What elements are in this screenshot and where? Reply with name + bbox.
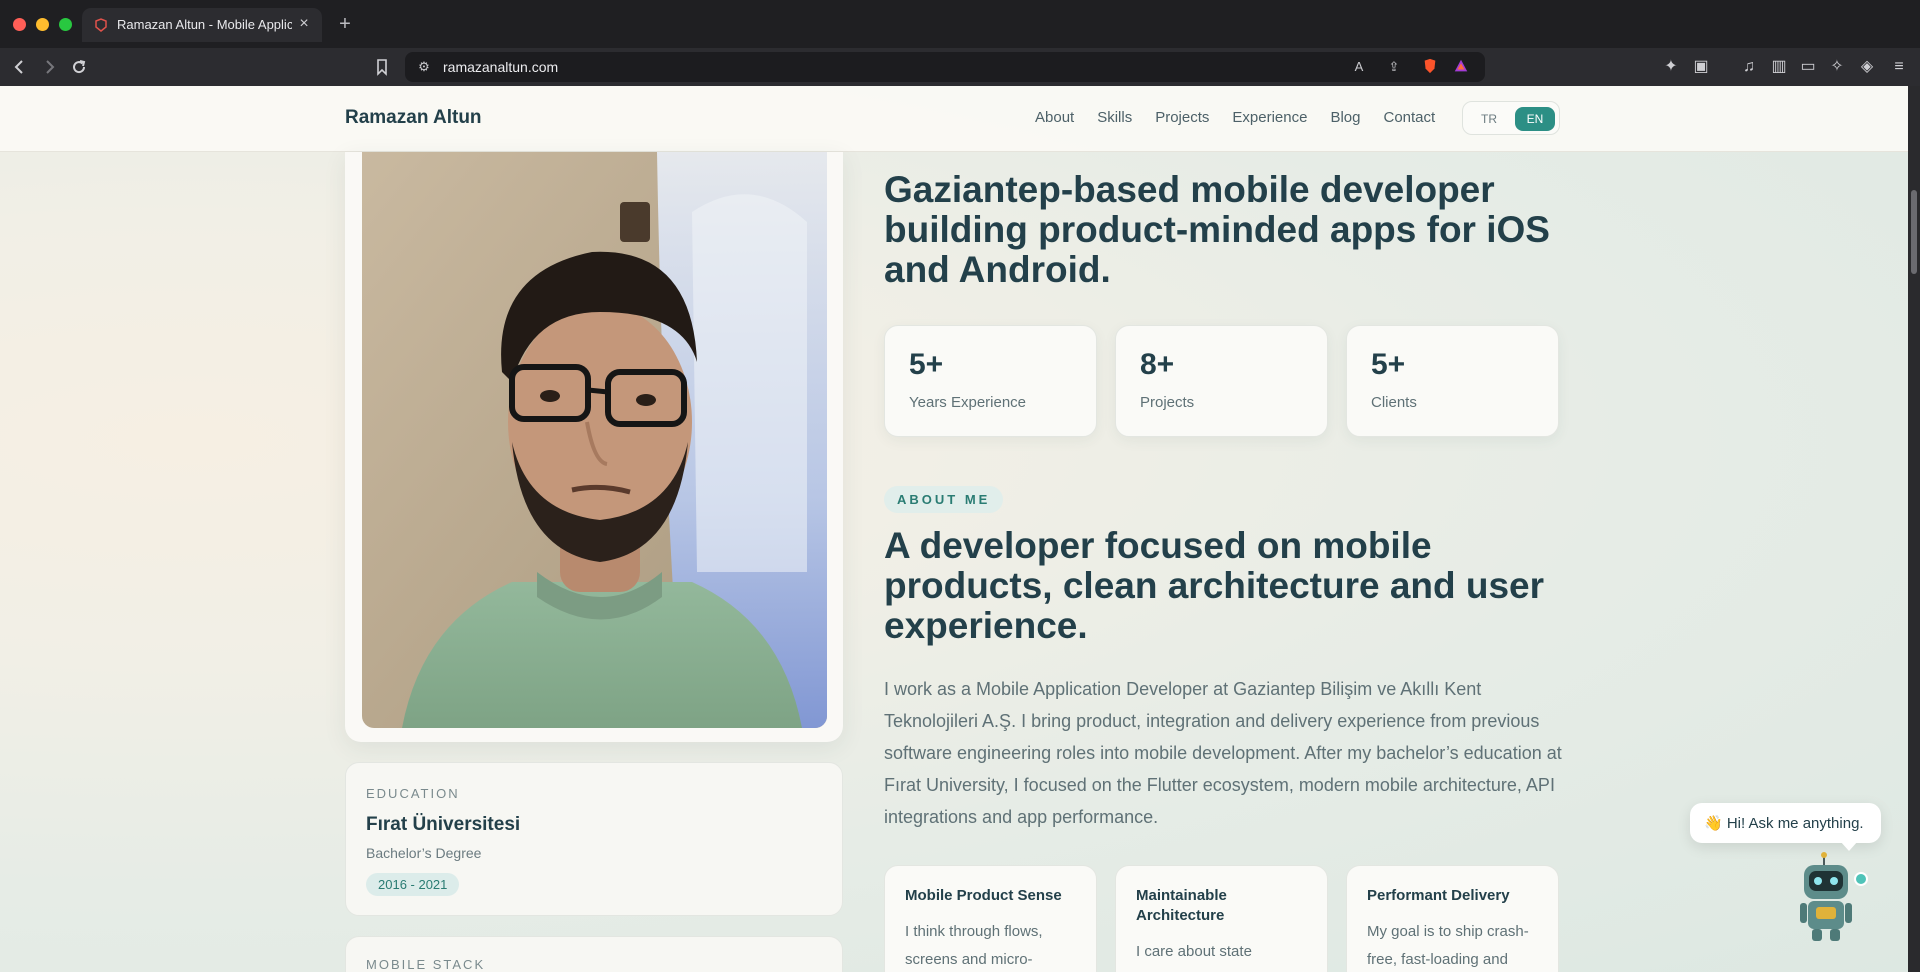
- web-page: Ramazan Altun About Skills Projects Expe…: [0, 86, 1908, 972]
- new-tab-icon[interactable]: +: [334, 13, 356, 35]
- profile-photo: [362, 152, 827, 728]
- nav-link-skills[interactable]: Skills: [1097, 109, 1132, 126]
- minimize-window-button[interactable]: [36, 18, 49, 31]
- reload-icon[interactable]: [68, 56, 90, 78]
- forward-icon[interactable]: [38, 56, 60, 78]
- maximize-window-button[interactable]: [59, 18, 72, 31]
- screenshot-icon[interactable]: ▣: [1690, 56, 1712, 78]
- address-bar[interactable]: ⚙ ramazanaltun.com A ⇪: [405, 52, 1485, 82]
- chat-greeting-text: 👋 Hi! Ask me anything.: [1704, 815, 1864, 832]
- about-section-badge: ABOUT ME: [884, 486, 1004, 513]
- back-icon[interactable]: [9, 56, 31, 78]
- bookmark-icon[interactable]: [371, 56, 393, 78]
- about-title: A developer focused on mobile products, …: [884, 525, 1545, 646]
- stat-label: Projects: [1140, 394, 1195, 411]
- hero-headline: Gaziantep-based mobile developer buildin…: [884, 169, 1550, 290]
- feature-title: Mobile Product Sense: [905, 887, 1062, 904]
- stat-label: Years Experience: [909, 394, 1027, 411]
- brave-rewards-icon[interactable]: [1452, 58, 1470, 76]
- extensions-icon[interactable]: ✦: [1660, 56, 1682, 78]
- about-body: I work as a Mobile Application Developer…: [884, 679, 1562, 827]
- lang-en-button[interactable]: EN: [1515, 107, 1555, 131]
- browser-tab-active[interactable]: Ramazan Altun - Mobile Application Devel…: [82, 8, 322, 42]
- nav-link-contact[interactable]: Contact: [1383, 109, 1435, 126]
- page-scrollbar[interactable]: [1908, 86, 1920, 972]
- nav-link-about[interactable]: About: [1035, 109, 1074, 126]
- tab-title: Ramazan Altun - Mobile Application Devel…: [117, 17, 292, 32]
- feature-card: Mobile Product Sense I think through flo…: [884, 865, 1097, 972]
- vpn-icon[interactable]: ◈: [1856, 56, 1878, 78]
- leo-ai-icon[interactable]: ✧: [1826, 56, 1848, 78]
- stat-card: 8+ Projects: [1115, 325, 1328, 437]
- nav-link-projects[interactable]: Projects: [1155, 109, 1209, 126]
- education-years-badge: 2016 - 2021: [366, 873, 460, 896]
- feature-title: Performant Delivery: [1367, 887, 1510, 904]
- stat-value: 5+: [909, 348, 944, 381]
- brave-shields-icon[interactable]: [1421, 58, 1439, 76]
- feature-body: I think through flows, screens and micro…: [905, 923, 1043, 968]
- stat-card: 5+ Years Experience: [884, 325, 1097, 437]
- nav-links: About Skills Projects Experience Blog Co…: [1035, 109, 1458, 126]
- mobile-stack-label: MOBILE STACK: [366, 957, 486, 972]
- stat-card: 5+ Clients: [1346, 325, 1559, 437]
- feature-card: Performant Delivery My goal is to ship c…: [1346, 865, 1559, 972]
- scrollbar-thumb[interactable]: [1911, 190, 1917, 274]
- language-switcher: TR EN: [1462, 101, 1560, 135]
- lang-tr-button[interactable]: TR: [1471, 107, 1507, 131]
- education-degree: Bachelor’s Degree: [366, 845, 482, 861]
- site-settings-icon[interactable]: ⚙: [415, 58, 433, 76]
- site-favicon-icon: [95, 18, 107, 32]
- menu-icon[interactable]: ≡: [1888, 56, 1910, 78]
- window-titlebar: Ramazan Altun - Mobile Application Devel…: [0, 0, 1920, 48]
- close-window-button[interactable]: [13, 18, 26, 31]
- feature-body: My goal is to ship crash-free, fast-load…: [1367, 923, 1529, 968]
- url-text: ramazanaltun.com: [443, 59, 559, 75]
- profile-photo-card: [345, 152, 843, 742]
- mobile-stack-card: MOBILE STACK: [345, 936, 843, 972]
- site-brand[interactable]: Ramazan Altun: [345, 107, 482, 129]
- stat-value: 8+: [1140, 348, 1175, 381]
- feature-title: Maintainable Architecture: [1136, 887, 1227, 924]
- site-navbar: Ramazan Altun About Skills Projects Expe…: [0, 86, 1908, 152]
- chat-greeting-bubble[interactable]: 👋 Hi! Ask me anything.: [1690, 803, 1881, 851]
- media-icon[interactable]: ♫: [1738, 56, 1760, 78]
- nav-link-blog[interactable]: Blog: [1330, 109, 1360, 126]
- wallet-icon[interactable]: ▭: [1797, 56, 1819, 78]
- stat-value: 5+: [1371, 348, 1406, 381]
- sidebar-icon[interactable]: ▥: [1768, 56, 1790, 78]
- share-icon[interactable]: ⇪: [1385, 58, 1403, 76]
- education-label: EDUCATION: [366, 786, 460, 801]
- tab-close-icon[interactable]: ×: [294, 14, 314, 34]
- education-school: Fırat Üniversitesi: [366, 814, 521, 835]
- translate-icon[interactable]: A: [1350, 58, 1368, 76]
- feature-card: Maintainable Architecture I care about s…: [1115, 865, 1328, 972]
- education-card: EDUCATION Fırat Üniversitesi Bachelor’s …: [345, 762, 843, 916]
- browser-toolbar: ⚙ ramazanaltun.com A ⇪ ✦ ▣ ♫ ▥ ▭ ✧ ◈ ≡: [0, 48, 1920, 86]
- stat-label: Clients: [1371, 394, 1417, 411]
- nav-link-experience[interactable]: Experience: [1232, 109, 1307, 126]
- chatbot-robot-icon[interactable]: [1798, 851, 1868, 943]
- feature-body: I care about state: [1136, 943, 1252, 960]
